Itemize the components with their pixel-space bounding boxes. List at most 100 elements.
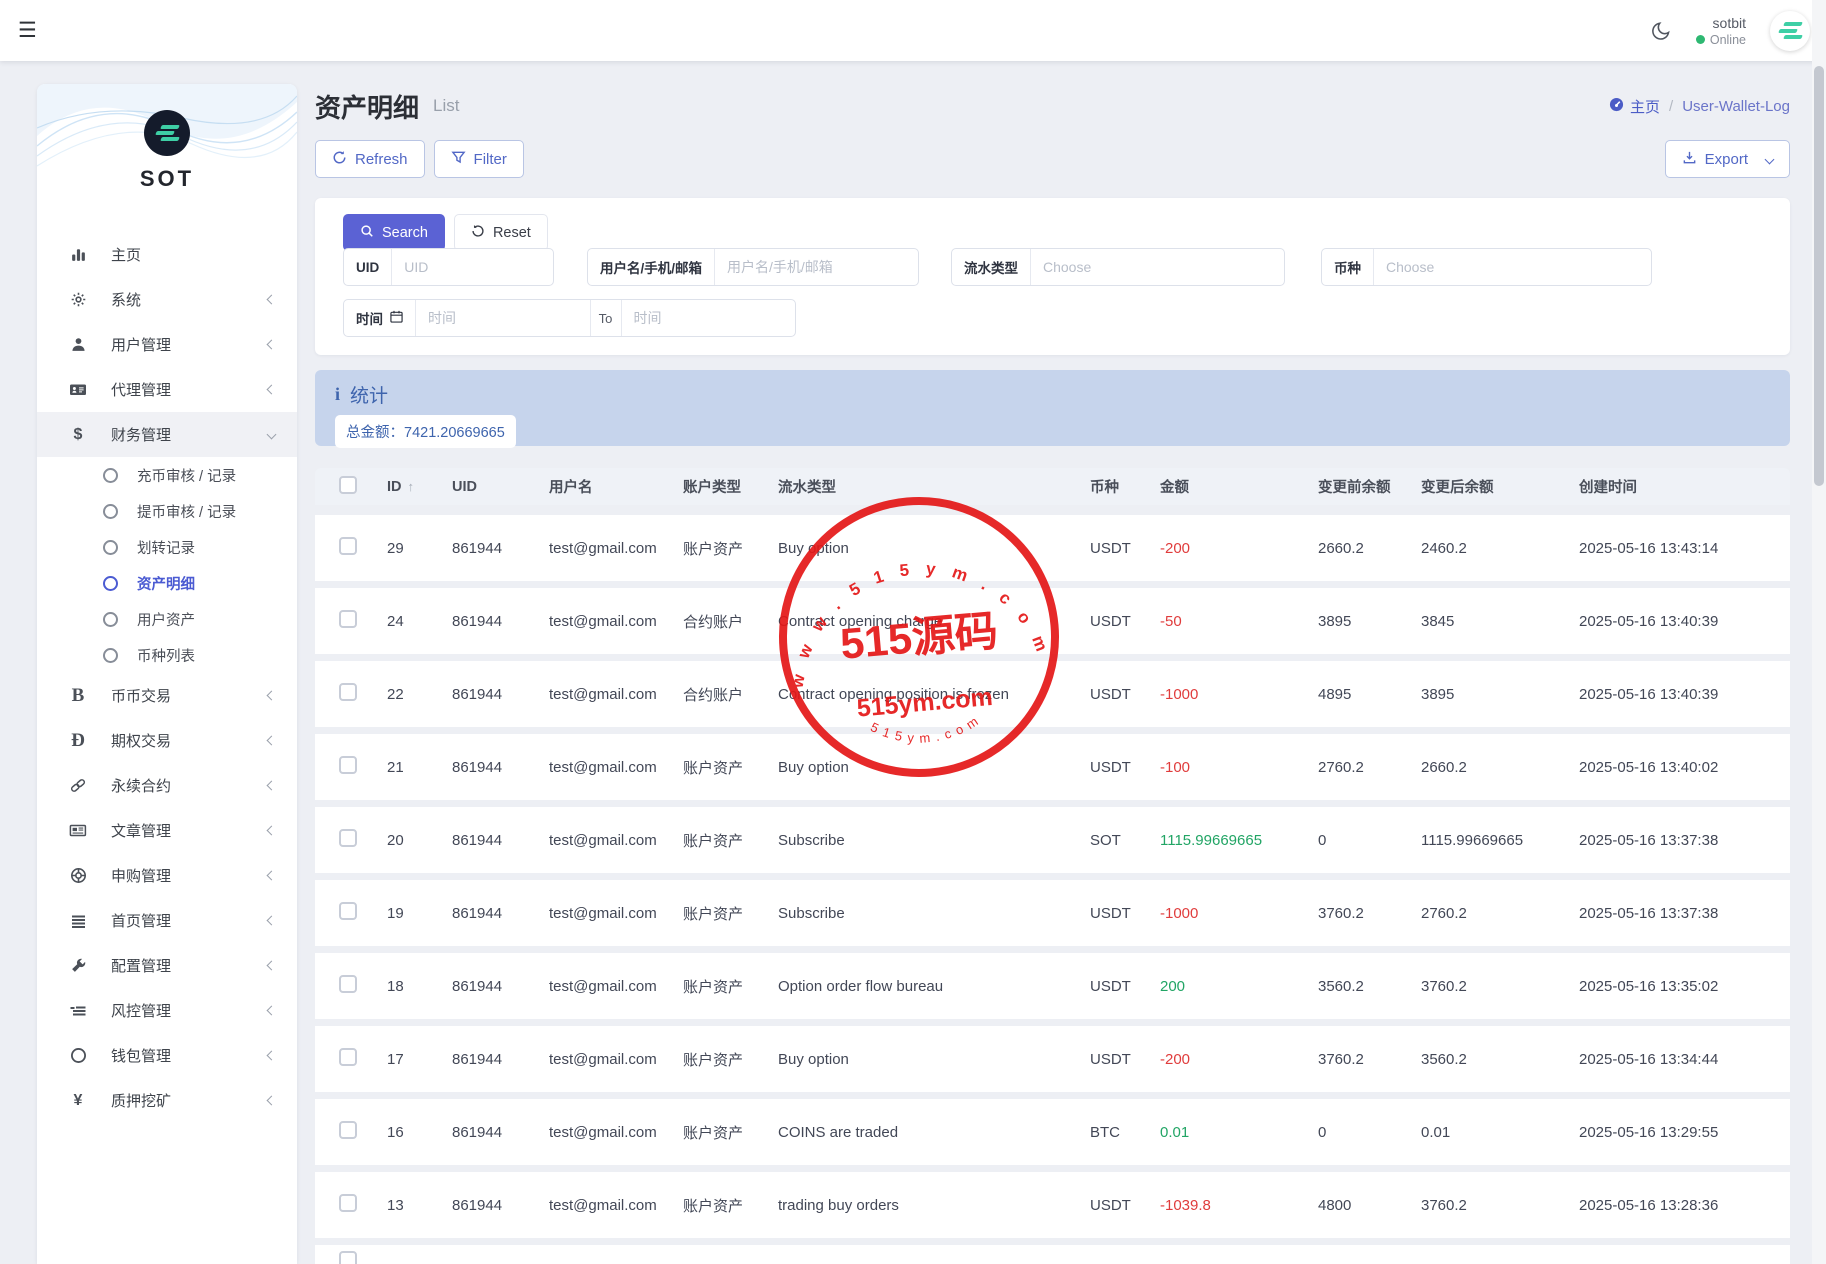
- cell-coin: USDT: [1090, 759, 1160, 776]
- scrollbar-thumb[interactable]: [1814, 66, 1824, 486]
- chart-bars-icon: [67, 246, 89, 263]
- cell-amount: 1115.99669665: [1160, 832, 1318, 849]
- row-checkbox[interactable]: [339, 1194, 357, 1212]
- search-button[interactable]: Search: [343, 214, 445, 251]
- home-icon: [1609, 97, 1624, 116]
- column-header-amount: 金额: [1160, 476, 1318, 497]
- dark-mode-toggle-icon[interactable]: [1650, 20, 1672, 42]
- cell-id: 13: [387, 1197, 452, 1214]
- date-to-input[interactable]: [622, 300, 796, 336]
- sidebar-item-label: 申购管理: [111, 865, 171, 886]
- sidebar-item-article-management[interactable]: 文章管理: [37, 808, 297, 853]
- cell-amount: -200: [1160, 540, 1318, 557]
- hamburger-menu-icon[interactable]: ☰: [18, 18, 37, 43]
- sidebar-subitem-asset-details[interactable]: 资产明细: [37, 565, 297, 601]
- breadcrumb: 主页 / User-Wallet-Log: [1609, 96, 1790, 117]
- table-body: 29861944test@gmail.com账户资产Buy optionUSDT…: [315, 515, 1790, 1264]
- refresh-button[interactable]: Refresh: [315, 140, 425, 178]
- sidebar-item-agent-management[interactable]: 代理管理: [37, 367, 297, 412]
- sidebar-item-home[interactable]: 主页: [37, 232, 297, 277]
- cell-after-balance: 3560.2: [1421, 1051, 1579, 1068]
- avatar[interactable]: [1770, 11, 1810, 51]
- sot-logo-icon: [144, 110, 190, 156]
- total-amount-value: 7421.20669665: [404, 425, 505, 441]
- cell-flow-type: Buy option: [778, 759, 1090, 776]
- cell-uid: 861944: [452, 905, 549, 922]
- filter-flow-type-select[interactable]: Choose: [1031, 249, 1284, 285]
- filter-user-input[interactable]: [715, 249, 918, 285]
- user-icon: [67, 336, 89, 353]
- sidebar-item-homepage-management[interactable]: 首页管理: [37, 898, 297, 943]
- cell-flow-type: Subscribe: [778, 832, 1090, 849]
- sidebar-subitem-deposit-review[interactable]: 充币审核 / 记录: [37, 457, 297, 493]
- user-info[interactable]: sotbit Online: [1696, 15, 1746, 47]
- filter-button[interactable]: Filter: [434, 140, 524, 178]
- cell-coin: BTC: [1090, 1124, 1160, 1141]
- date-to-label: To: [590, 300, 622, 336]
- cell-flow-type: Buy option: [778, 540, 1090, 557]
- sidebar-item-subscription-management[interactable]: 申购管理: [37, 853, 297, 898]
- sidebar-subitem-coin-list[interactable]: 币种列表: [37, 637, 297, 673]
- cell-username: test@gmail.com: [549, 1124, 683, 1141]
- chevron-left-icon: [267, 1051, 277, 1061]
- table-row: 13861944test@gmail.com账户资产trading buy or…: [315, 1172, 1790, 1238]
- sidebar-item-label: 期权交易: [111, 730, 171, 751]
- sidebar-subitem-withdraw-review[interactable]: 提币审核 / 记录: [37, 493, 297, 529]
- cell-flow-type: Subscribe: [778, 905, 1090, 922]
- filter-group-flow-type: 流水类型Choose: [951, 248, 1285, 286]
- table-row: 24861944test@gmail.com合约账户Contract openi…: [315, 588, 1790, 654]
- cell-coin: USDT: [1090, 1197, 1160, 1214]
- row-checkbox[interactable]: [339, 1251, 357, 1264]
- radio-circle-icon: [103, 576, 118, 591]
- row-checkbox[interactable]: [339, 756, 357, 774]
- column-header-after-balance: 变更后余额: [1421, 476, 1579, 497]
- row-checkbox[interactable]: [339, 537, 357, 555]
- row-checkbox[interactable]: [339, 902, 357, 920]
- filter-group-user: 用户名/手机/邮箱: [587, 248, 919, 286]
- sidebar-item-spot-trading[interactable]: B币币交易: [37, 673, 297, 718]
- row-checkbox[interactable]: [339, 1048, 357, 1066]
- cell-after-balance: 2460.2: [1421, 540, 1579, 557]
- chevron-left-icon: [267, 1096, 277, 1106]
- row-checkbox[interactable]: [339, 610, 357, 628]
- breadcrumb-home[interactable]: 主页: [1609, 96, 1660, 117]
- row-checkbox[interactable]: [339, 975, 357, 993]
- sidebar-item-options-trading[interactable]: Ɖ期权交易: [37, 718, 297, 763]
- sidebar-item-label: 钱包管理: [111, 1045, 171, 1066]
- sort-ascending-icon[interactable]: ↑: [408, 479, 415, 494]
- sidebar-item-wallet-management[interactable]: 钱包管理: [37, 1033, 297, 1078]
- sidebar-item-system[interactable]: 系统: [37, 277, 297, 322]
- row-checkbox[interactable]: [339, 829, 357, 847]
- circle-icon: [67, 1047, 89, 1064]
- row-checkbox[interactable]: [339, 1121, 357, 1139]
- reset-label: Reset: [493, 225, 531, 241]
- filter-coin-select[interactable]: Choose: [1374, 249, 1651, 285]
- table-row: 17861944test@gmail.com账户资产Buy optionUSDT…: [315, 1026, 1790, 1092]
- sidebar-item-perpetual-contract[interactable]: 永续合约: [37, 763, 297, 808]
- breadcrumb-current[interactable]: User-Wallet-Log: [1682, 98, 1790, 115]
- row-checkbox-cell: [315, 756, 387, 778]
- statistics-title: i 统计: [335, 381, 1770, 408]
- export-button[interactable]: Export: [1665, 140, 1790, 178]
- sidebar-item-staking-mining[interactable]: ¥质押挖矿: [37, 1078, 297, 1123]
- date-from-input[interactable]: [416, 300, 590, 336]
- sidebar-item-finance-management[interactable]: $财务管理: [37, 412, 297, 457]
- sidebar-subitem-transfer-records[interactable]: 划转记录: [37, 529, 297, 565]
- select-all-checkbox[interactable]: [339, 476, 357, 494]
- cell-amount: -50: [1160, 613, 1318, 630]
- sidebar-subitem-user-assets[interactable]: 用户资产: [37, 601, 297, 637]
- sidebar-subitem-label: 币种列表: [137, 645, 195, 666]
- column-header-id: ID↑: [387, 479, 452, 495]
- cell-before-balance: 3560.2: [1318, 978, 1421, 995]
- cell-id: 21: [387, 759, 452, 776]
- main-content: 资产明细 List 主页 / User-Wallet-Log Refresh F…: [315, 84, 1790, 1264]
- user-status-label: Online: [1710, 33, 1746, 47]
- filter-uid-input[interactable]: [392, 249, 553, 285]
- sidebar-item-config-management[interactable]: 配置管理: [37, 943, 297, 988]
- row-checkbox[interactable]: [339, 683, 357, 701]
- cell-created-at: 2025-05-16 13:29:55: [1579, 1124, 1790, 1141]
- reset-button[interactable]: Reset: [454, 214, 548, 251]
- cell-uid: 861944: [452, 686, 549, 703]
- sidebar-item-user-management[interactable]: 用户管理: [37, 322, 297, 367]
- sidebar-item-risk-management[interactable]: 风控管理: [37, 988, 297, 1033]
